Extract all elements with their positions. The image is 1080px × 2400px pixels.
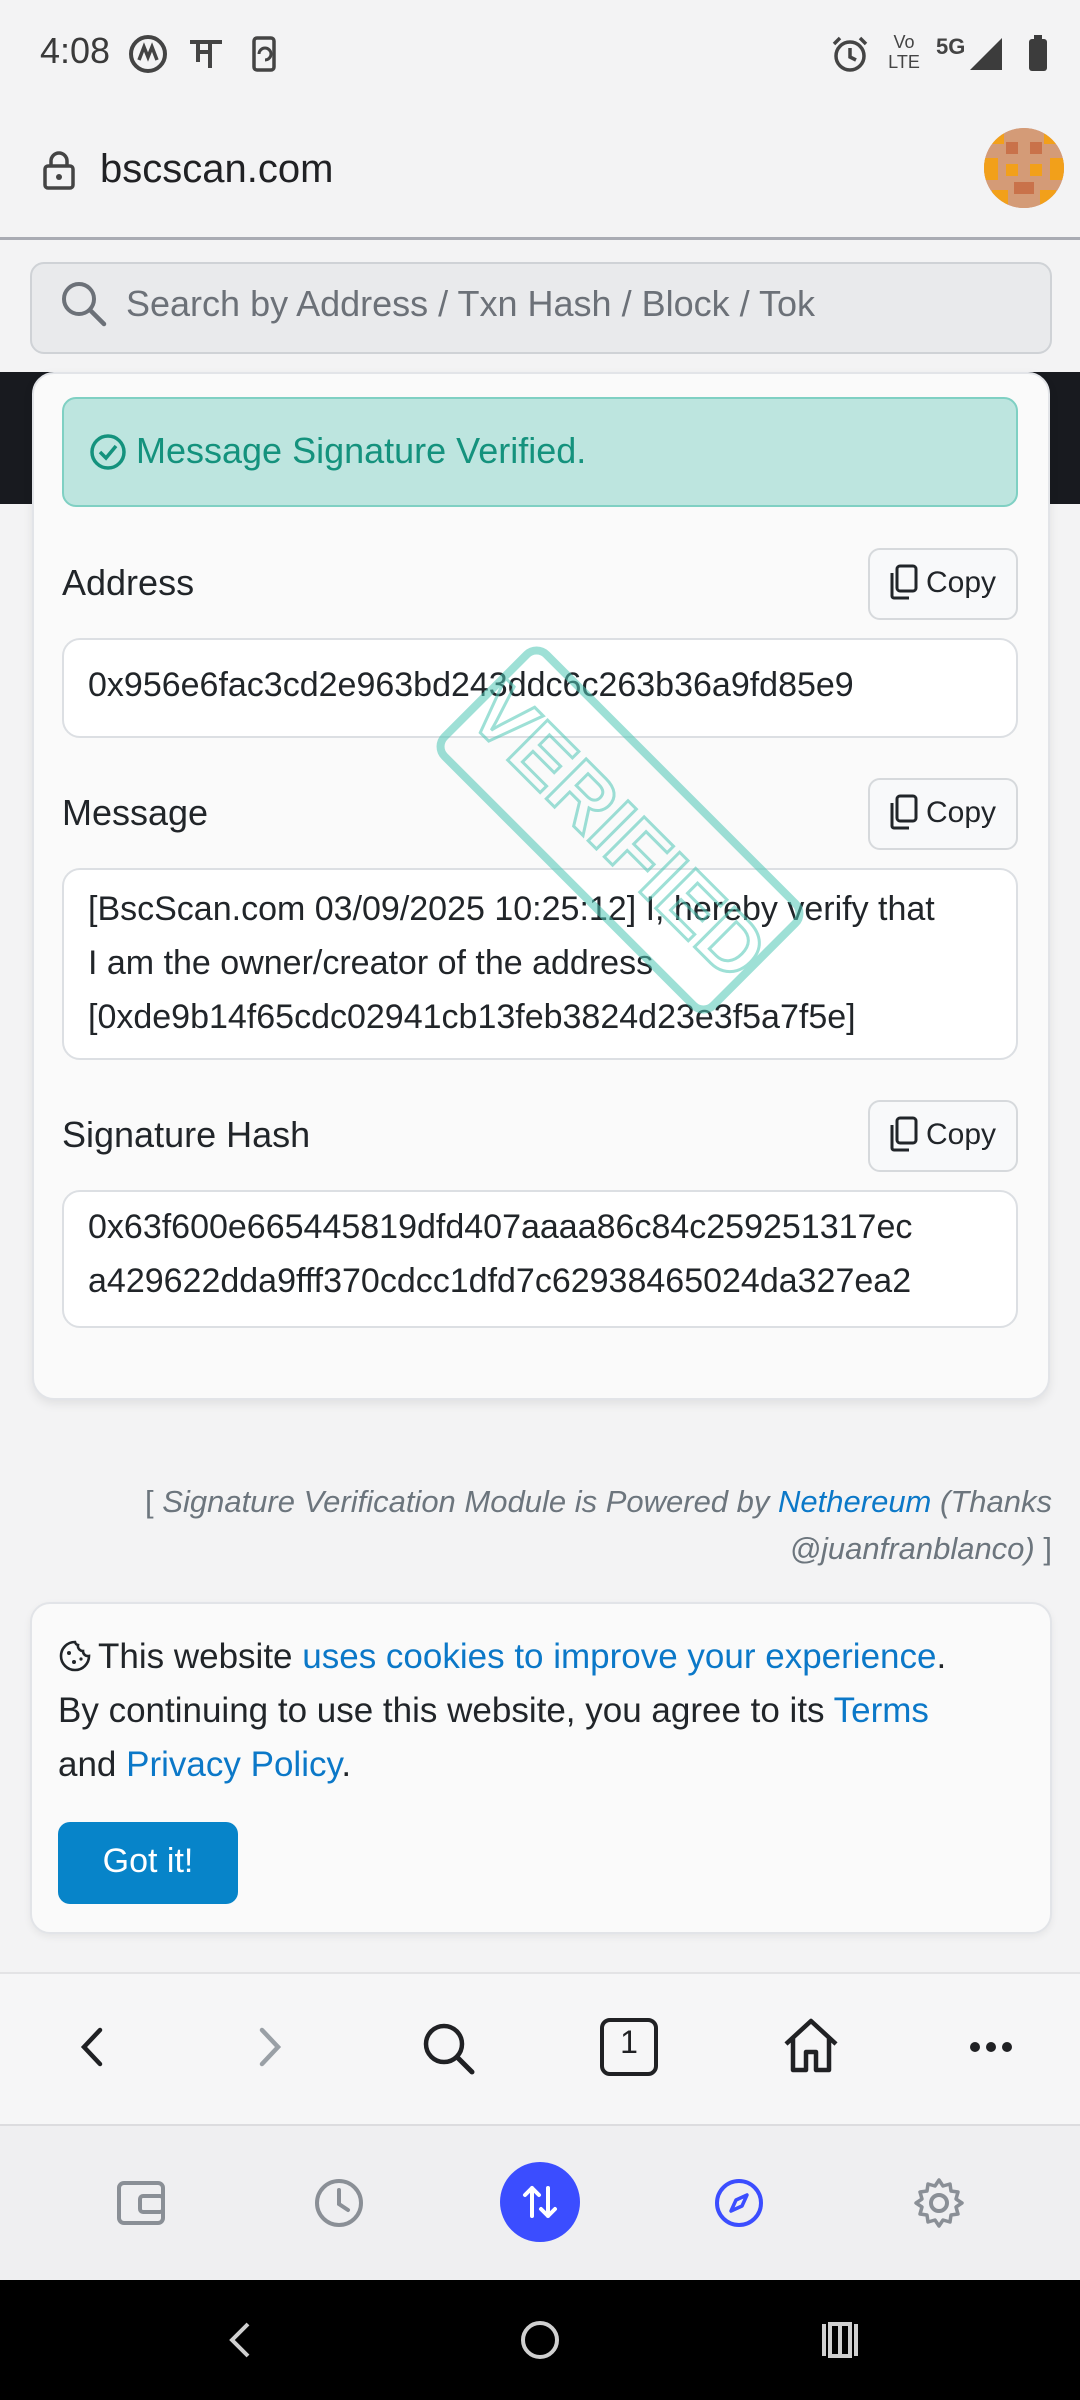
network-type: 5G xyxy=(936,34,966,59)
bracket: ] xyxy=(1043,1531,1052,1566)
system-home-icon[interactable] xyxy=(516,2316,564,2364)
message-label: Message xyxy=(62,792,209,833)
system-back-icon[interactable] xyxy=(220,2316,260,2364)
cookie-icon xyxy=(59,1640,91,1672)
status-time: 4:08 xyxy=(40,30,111,71)
search-icon xyxy=(62,282,107,327)
tab-count: 1 xyxy=(620,2024,638,2060)
back-icon[interactable] xyxy=(70,2022,114,2072)
swap-icon xyxy=(523,2186,557,2218)
signal-icon xyxy=(970,38,1002,70)
avatar[interactable] xyxy=(984,128,1064,208)
copy-icon xyxy=(890,564,918,600)
cookie-policy-link[interactable]: uses cookies to improve your experience xyxy=(302,1637,936,1676)
thanks-text: (Thanks xyxy=(940,1484,1052,1519)
wallet-icon[interactable] xyxy=(114,2176,168,2230)
cookie-text-1: This website xyxy=(98,1637,293,1676)
cookie-period: . xyxy=(936,1637,947,1676)
hindi-char-icon xyxy=(190,40,222,68)
verified-message: Message Signature Verified. xyxy=(136,430,587,471)
signature-line-2: a429622dda9fff370cdcc1dfd7c62938465024da… xyxy=(88,1262,912,1300)
verified-stamp: VERIFIED xyxy=(436,646,804,1014)
cookie-period: . xyxy=(341,1745,352,1784)
history-icon[interactable] xyxy=(312,2176,366,2230)
lock-icon xyxy=(43,151,75,190)
privacy-policy-link[interactable]: Privacy Policy xyxy=(126,1745,341,1784)
app-icon xyxy=(129,35,167,73)
powered-by-note: [ Signature Verification Module is Power… xyxy=(100,1478,1052,1525)
signature-line-1: 0x63f600e665445819dfd407aaaa86c84c259251… xyxy=(88,1208,913,1246)
browser-nav-bar xyxy=(0,1972,1080,2126)
svg-text:VERIFIED: VERIFIED xyxy=(452,666,784,998)
url-text[interactable]: bscscan.com xyxy=(100,147,333,192)
copy-icon xyxy=(890,794,918,830)
bracket: [ xyxy=(145,1484,154,1519)
settings-icon[interactable] xyxy=(912,2176,966,2230)
author-handle: @juanfranblanco) xyxy=(789,1531,1035,1566)
cookie-text-2: By continuing to use this website, you a… xyxy=(58,1691,825,1730)
battery-icon xyxy=(1029,35,1047,71)
search-icon[interactable] xyxy=(420,2020,476,2076)
cookie-text-3: and xyxy=(58,1745,117,1784)
powered-by-note-line2: @juanfranblanco) ] xyxy=(100,1525,1052,1572)
search-input[interactable]: Search by Address / Txn Hash / Block / T… xyxy=(126,283,815,325)
volte-indicator: Vo LTE xyxy=(888,32,920,72)
got-it-label: Got it! xyxy=(102,1842,194,1880)
cookie-text: This website uses cookies to improve you… xyxy=(58,1630,1018,1792)
phone-sync-icon xyxy=(252,36,276,72)
copy-label: Copy xyxy=(926,1118,997,1151)
home-icon[interactable] xyxy=(780,2014,842,2076)
copy-label: Copy xyxy=(926,566,997,599)
signature-label: Signature Hash xyxy=(62,1114,311,1155)
check-circle-icon xyxy=(90,434,126,470)
forward-icon[interactable] xyxy=(248,2022,292,2072)
copy-icon xyxy=(890,1116,918,1152)
discover-icon[interactable] xyxy=(712,2176,766,2230)
terms-link[interactable]: Terms xyxy=(834,1691,929,1730)
system-recents-icon[interactable] xyxy=(818,2318,862,2362)
more-icon[interactable] xyxy=(966,2032,1016,2062)
powered-by-text: Signature Verification Module is Powered… xyxy=(162,1484,770,1519)
address-label: Address xyxy=(62,562,195,603)
nethereum-link[interactable]: Nethereum xyxy=(778,1484,931,1519)
alarm-icon xyxy=(832,36,868,72)
copy-label: Copy xyxy=(926,796,997,829)
